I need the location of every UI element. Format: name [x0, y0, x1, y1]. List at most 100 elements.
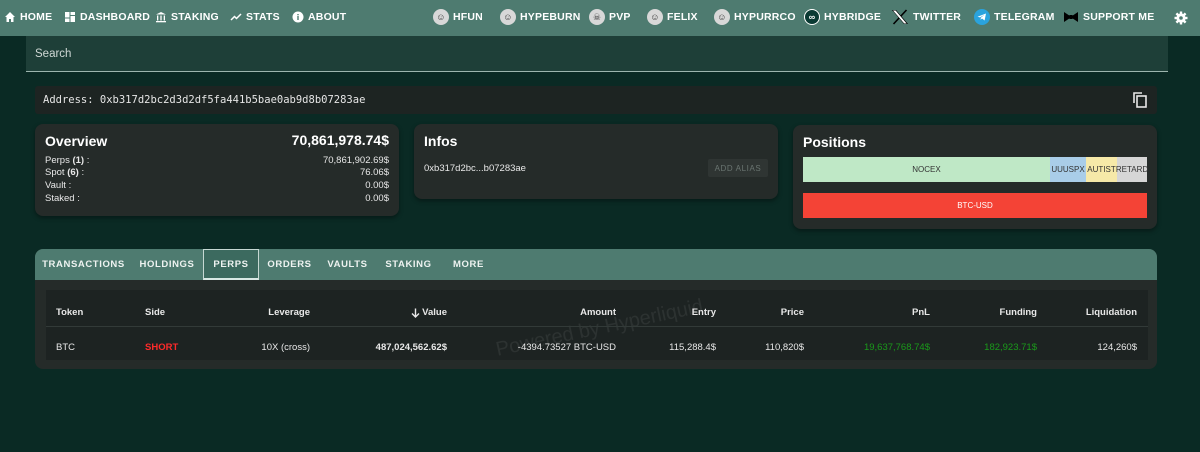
- col-header-leverage[interactable]: Leverage: [268, 307, 310, 318]
- tabs-panel: TRANSACTIONS HOLDINGS PERPS ORDERS VAULT…: [35, 249, 1157, 369]
- header-divider: [46, 326, 1148, 327]
- copy-icon[interactable]: [1133, 92, 1147, 108]
- infos-title: Infos: [424, 133, 458, 149]
- nav-pvp[interactable]: ☠ PVP: [589, 9, 631, 25]
- nav-stats[interactable]: STATS: [230, 11, 280, 23]
- overview-total: 70,861,978.74$: [291, 132, 389, 148]
- cell-pnl: 19,637,768.74$: [863, 342, 930, 353]
- col-header-funding[interactable]: Funding: [1000, 307, 1037, 318]
- col-header-price[interactable]: Price: [781, 307, 804, 318]
- cell-entry: 115,288.4$: [669, 342, 716, 353]
- search-input[interactable]: Search: [26, 36, 1168, 72]
- nav-dashboard[interactable]: DASHBOARD: [64, 11, 150, 23]
- position-segment-btc-usd[interactable]: BTC-USD: [803, 193, 1147, 218]
- search-placeholder: Search: [35, 48, 72, 60]
- position-segment-uuuspx[interactable]: UUUSPX: [1050, 157, 1086, 182]
- address-text: Address: 0xb317d2bc2d3d2df5fa441b5bae0ab…: [43, 94, 366, 106]
- bow-tie-icon: [1064, 12, 1078, 22]
- row-count: (6): [67, 167, 79, 178]
- nav-stats-label: STATS: [246, 11, 280, 23]
- nav-hybridge-label: HYBRIDGE: [824, 11, 882, 23]
- overview-card: Overview 70,861,978.74$ Perps (1) : 70,8…: [35, 124, 399, 216]
- nav-about-label: ABOUT: [308, 11, 347, 23]
- cell-liquidation: 124,260$: [1097, 342, 1137, 353]
- address-bar: Address: 0xb317d2bc2d3d2df5fa441b5bae0ab…: [35, 86, 1157, 114]
- row-value: 0.00$: [365, 180, 389, 191]
- nav-hypeburn[interactable]: ☺ HYPEBURN: [500, 9, 581, 25]
- nav-home[interactable]: HOME: [4, 11, 52, 23]
- add-alias-button[interactable]: ADD ALIAS: [708, 159, 768, 177]
- position-segment-autist[interactable]: AUTIST: [1086, 157, 1117, 182]
- bank-icon: [156, 12, 166, 23]
- overview-row-perps: Perps (1) : 70,861,902.69$: [45, 155, 389, 166]
- col-header-side[interactable]: Side: [145, 307, 165, 318]
- row-value: 0.00$: [365, 193, 389, 204]
- nav-felix-label: FELIX: [667, 11, 698, 23]
- nav-hfun-label: HFUN: [453, 11, 483, 23]
- tab-vaults[interactable]: VAULTS: [318, 249, 377, 280]
- x-twitter-icon: [892, 9, 908, 25]
- cell-funding: 182,923.71$: [984, 342, 1037, 353]
- nav-dashboard-label: DASHBOARD: [80, 11, 151, 23]
- col-header-token[interactable]: Token: [56, 307, 83, 318]
- nav-support[interactable]: SUPPORT ME: [1063, 10, 1154, 24]
- col-header-liquidation[interactable]: Liquidation: [1086, 307, 1137, 318]
- sort-arrow-down-icon: [411, 308, 420, 318]
- nav-about[interactable]: ABOUT: [292, 11, 346, 23]
- nav-staking-label: STAKING: [171, 11, 219, 23]
- col-header-value[interactable]: Value: [411, 307, 447, 318]
- tab-orders[interactable]: ORDERS: [261, 249, 318, 280]
- tabs-bar: TRANSACTIONS HOLDINGS PERPS ORDERS VAULT…: [35, 249, 1157, 280]
- tab-transactions[interactable]: TRANSACTIONS: [35, 249, 132, 280]
- row-label: Perps: [45, 155, 70, 166]
- overview-title: Overview: [45, 133, 108, 149]
- nav-staking[interactable]: STAKING: [155, 11, 219, 23]
- felix-logo-icon: ☺: [647, 9, 663, 25]
- positions-title: Positions: [803, 134, 867, 150]
- nav-pvp-label: PVP: [609, 11, 631, 23]
- tab-perps[interactable]: PERPS: [203, 249, 259, 280]
- cell-price: 110,820$: [765, 342, 804, 353]
- hypurrco-logo-icon: ☺: [714, 9, 730, 25]
- row-label: Vault: [45, 180, 66, 191]
- nav-support-label: SUPPORT ME: [1083, 11, 1155, 23]
- cell-value: 487,024,562.62$: [375, 342, 447, 353]
- row-label: Spot: [45, 167, 65, 178]
- nav-twitter-label: TWITTER: [913, 11, 962, 23]
- home-icon: [5, 12, 15, 22]
- tab-holdings[interactable]: HOLDINGS: [132, 249, 202, 280]
- tab-staking[interactable]: STAKING: [377, 249, 440, 280]
- trending-up-icon: [230, 13, 242, 21]
- row-value: 70,861,902.69$: [322, 155, 389, 166]
- hypeburn-logo-icon: ☺: [500, 9, 516, 25]
- pvp-skull-icon: ☠: [589, 9, 605, 25]
- col-header-amount[interactable]: Amount: [580, 307, 616, 318]
- nav-telegram[interactable]: TELEGRAM: [974, 9, 1055, 25]
- positions-card: Positions NOCEX UUUSPX AUTIST RETARD BTC…: [793, 125, 1157, 229]
- position-segment-retard[interactable]: RETARD: [1116, 157, 1148, 182]
- nav-felix[interactable]: ☺ FELIX: [647, 9, 698, 25]
- position-segment-nocex[interactable]: NOCEX: [803, 157, 1050, 182]
- gear-icon: [1174, 11, 1188, 25]
- overview-row-vault: Vault : 0.00$: [45, 180, 389, 191]
- col-header-value-label: Value: [422, 307, 447, 318]
- cell-side: SHORT: [145, 342, 179, 353]
- cell-leverage: 10X (cross): [261, 342, 310, 353]
- nav-hfun[interactable]: ☺ HFUN: [433, 9, 483, 25]
- hfun-logo-icon: ☺: [433, 9, 449, 25]
- nav-hypurrco[interactable]: ☺ HYPURRCO: [714, 9, 796, 25]
- dashboard-icon: [65, 12, 75, 22]
- tab-more[interactable]: MORE: [440, 249, 497, 280]
- col-header-pnl[interactable]: PnL: [912, 307, 930, 318]
- overview-row-spot: Spot (6) : 76.06$: [45, 167, 389, 178]
- row-value: 76.06$: [359, 167, 389, 178]
- nav-hybridge[interactable]: ∞ HYBRIDGE: [804, 9, 881, 25]
- row-count: (1): [72, 155, 85, 166]
- row-label: Staked: [45, 193, 75, 204]
- settings-button[interactable]: [1174, 11, 1188, 25]
- nav-home-label: HOME: [20, 11, 53, 23]
- col-header-entry[interactable]: Entry: [692, 307, 716, 318]
- infos-card: Infos 0xb317d2bc...b07283ae ADD ALIAS: [414, 124, 778, 199]
- nav-twitter[interactable]: TWITTER: [891, 9, 961, 25]
- cell-token: BTC: [56, 342, 75, 353]
